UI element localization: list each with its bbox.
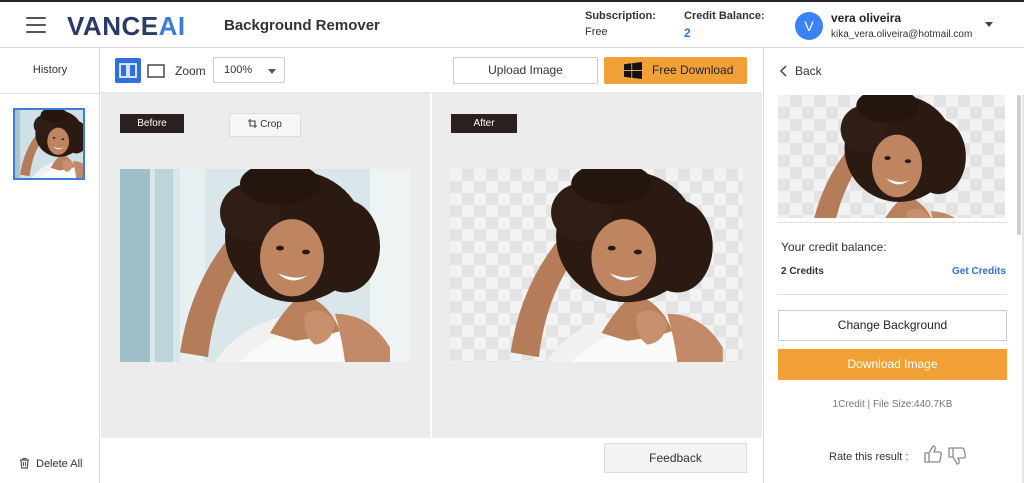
free-download-label: Free Download	[652, 63, 734, 77]
logo[interactable]: VANCEAI	[67, 11, 186, 42]
delete-all-button[interactable]: Delete All	[19, 457, 82, 470]
single-view-button[interactable]	[143, 58, 169, 83]
header: VANCEAI Background Remover Subscription:…	[0, 0, 1024, 48]
zoom-label: Zoom	[175, 64, 206, 78]
caret-down-icon[interactable]	[985, 22, 993, 27]
trash-icon	[20, 457, 29, 469]
split-view-icon	[119, 63, 137, 78]
change-background-button[interactable]: Change Background	[778, 310, 1007, 341]
back-button[interactable]: Back	[779, 64, 822, 78]
before-image	[120, 169, 410, 362]
zoom-value: 100%	[224, 64, 253, 76]
history-sidebar: History Delete All	[0, 48, 100, 483]
result-panel: Back Your credit balance: 2 Credits Get …	[763, 48, 1024, 483]
file-info: 1Credit | File Size:440.7KB	[832, 399, 953, 410]
zoom-select[interactable]: 100%	[213, 57, 285, 83]
back-label: Back	[795, 64, 822, 78]
avatar[interactable]: V	[795, 12, 823, 40]
before-tag: Before	[120, 114, 184, 133]
windows-icon	[624, 62, 642, 79]
history-title: History	[32, 64, 68, 76]
app-title: Background Remover	[224, 17, 380, 34]
chevron-left-icon	[779, 65, 787, 77]
single-view-icon	[147, 64, 165, 78]
after-panel: After	[432, 93, 762, 438]
scrollbar[interactable]	[1017, 95, 1021, 235]
after-tag: After	[451, 114, 517, 133]
crop-label: Crop	[260, 119, 282, 130]
divider	[777, 294, 1007, 295]
divider	[777, 222, 1007, 223]
hamburger-icon[interactable]	[26, 17, 46, 33]
credit-balance-value[interactable]: 2	[684, 26, 691, 40]
logo-text: VANCE	[67, 11, 159, 41]
credit-balance-label: Credit Balance:	[684, 10, 765, 22]
thumbs-down-icon	[948, 447, 966, 465]
credits-count: 2 Credits	[781, 266, 824, 277]
delete-all-label: Delete All	[36, 458, 83, 470]
user-email: kika_vera.oliveira@hotmail.com	[831, 29, 973, 40]
rate-label: Rate this result :	[829, 451, 909, 463]
history-item-thumbnail[interactable]	[13, 108, 85, 180]
free-download-button[interactable]: Free Download	[604, 57, 747, 84]
feedback-button[interactable]: Feedback	[604, 443, 747, 473]
before-panel: Before Crop	[101, 93, 430, 438]
subscription-value: Free	[585, 26, 608, 38]
upload-image-button[interactable]: Upload Image	[453, 57, 598, 84]
user-name[interactable]: vera oliveira	[831, 11, 901, 25]
credit-balance-heading: Your credit balance:	[781, 240, 887, 254]
after-image	[450, 169, 743, 362]
crop-button[interactable]: Crop	[229, 113, 301, 137]
thumbs-up-icon	[924, 445, 942, 463]
download-image-button[interactable]: Download Image	[778, 349, 1007, 380]
subscription-label: Subscription:	[585, 10, 656, 22]
divider	[0, 93, 100, 94]
result-preview-image	[778, 95, 1005, 218]
get-credits-link[interactable]: Get Credits	[952, 266, 1006, 277]
toolbar: Zoom 100% Upload Image Free Download	[101, 48, 762, 93]
crop-icon	[248, 119, 258, 128]
chevron-down-icon	[268, 69, 276, 74]
split-view-button[interactable]	[115, 58, 141, 83]
thumbs-down-button[interactable]	[947, 446, 967, 471]
thumbs-up-button[interactable]	[923, 444, 943, 469]
logo-ai-text: AI	[158, 11, 186, 41]
